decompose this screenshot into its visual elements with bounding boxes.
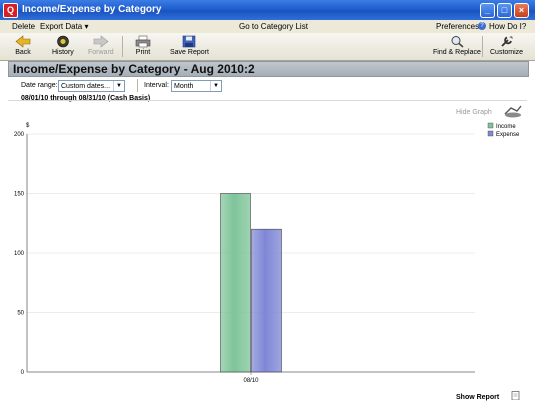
y-tick-label: 150 <box>14 192 25 198</box>
date-range-select[interactable]: Custom dates... ▼ <box>58 80 125 92</box>
y-axis-label: $ <box>26 123 30 129</box>
report-title: Income/Expense by Category - Aug 2010:2 <box>13 62 255 76</box>
maximize-icon[interactable]: □ <box>497 3 512 18</box>
magnifier-icon <box>451 36 464 48</box>
income-expense-chart: $ 0 50 100 150 200 08/10 Income Expense <box>14 122 520 384</box>
go-to-category-list-link[interactable]: Go to Category List <box>239 22 308 31</box>
toolbar-divider <box>482 36 483 57</box>
grid <box>26 133 475 373</box>
menu-bar: Delete Export Data ▾ Go to Category List… <box>0 20 535 34</box>
delete-menu[interactable]: Delete <box>12 22 35 31</box>
y-tick-label: 0 <box>21 370 25 376</box>
export-data-menu[interactable]: Export Data ▾ <box>40 22 88 31</box>
minimize-icon[interactable]: _ <box>480 3 495 18</box>
help-icon: ? <box>478 22 486 30</box>
how-do-i-menu[interactable]: ? How Do I? <box>478 22 526 31</box>
interval-label: Interval: <box>144 82 169 89</box>
legend-swatch <box>487 122 494 129</box>
date-range-label: Date range: <box>21 82 58 89</box>
y-tick-label: 50 <box>17 311 24 317</box>
x-tick-label: 08/10 <box>243 378 259 384</box>
printer-icon <box>135 35 151 48</box>
save-report-button[interactable]: Save Report <box>170 35 209 56</box>
chevron-down-icon: ▼ <box>113 81 124 91</box>
interval-select[interactable]: Month ▼ <box>171 80 222 92</box>
legend-label: Expense <box>496 132 520 138</box>
back-arrow-icon <box>15 35 31 48</box>
bars <box>220 193 282 373</box>
floppy-disk-icon <box>183 35 196 48</box>
y-tick-label: 200 <box>14 132 25 138</box>
y-tick-label: 100 <box>14 251 25 257</box>
find-replace-button[interactable]: Find & Replace <box>433 35 481 56</box>
print-button[interactable]: Print <box>134 35 152 56</box>
legend-label: Income <box>496 124 516 130</box>
bar-expense <box>251 228 282 373</box>
wrench-icon <box>500 36 513 47</box>
customize-button[interactable]: Customize <box>490 35 523 56</box>
history-button[interactable]: History <box>52 35 74 56</box>
legend-swatch <box>487 130 494 137</box>
forward-button[interactable]: Forward <box>88 35 114 56</box>
x-axis-labels: 08/10 <box>243 372 259 384</box>
toolbar-divider <box>122 36 123 57</box>
report-title-bar: Income/Expense by Category - Aug 2010:2 <box>8 61 529 77</box>
quicken-logo-icon: Q <box>3 3 18 18</box>
y-axis-ticks: 0 50 100 150 200 <box>14 132 25 376</box>
title-bar: Q Income/Expense by Category _ □ × <box>0 0 535 20</box>
graph-toggle-icon[interactable] <box>503 104 523 118</box>
history-icon <box>57 35 69 48</box>
hide-graph-link[interactable]: Hide Graph <box>456 109 492 116</box>
chevron-down-icon: ▼ <box>210 81 221 91</box>
close-icon[interactable]: × <box>514 3 529 18</box>
preferences-menu[interactable]: Preferences <box>436 22 479 31</box>
controls-divider <box>137 79 138 92</box>
back-button[interactable]: Back <box>14 35 32 56</box>
legend: Income Expense <box>487 122 520 138</box>
forward-arrow-icon <box>93 35 109 48</box>
window-title: Income/Expense by Category <box>22 4 162 15</box>
bar-income <box>220 193 251 373</box>
report-page-icon[interactable] <box>511 391 521 400</box>
toolbar: Back History Forward Print Save Report F… <box>0 33 535 61</box>
